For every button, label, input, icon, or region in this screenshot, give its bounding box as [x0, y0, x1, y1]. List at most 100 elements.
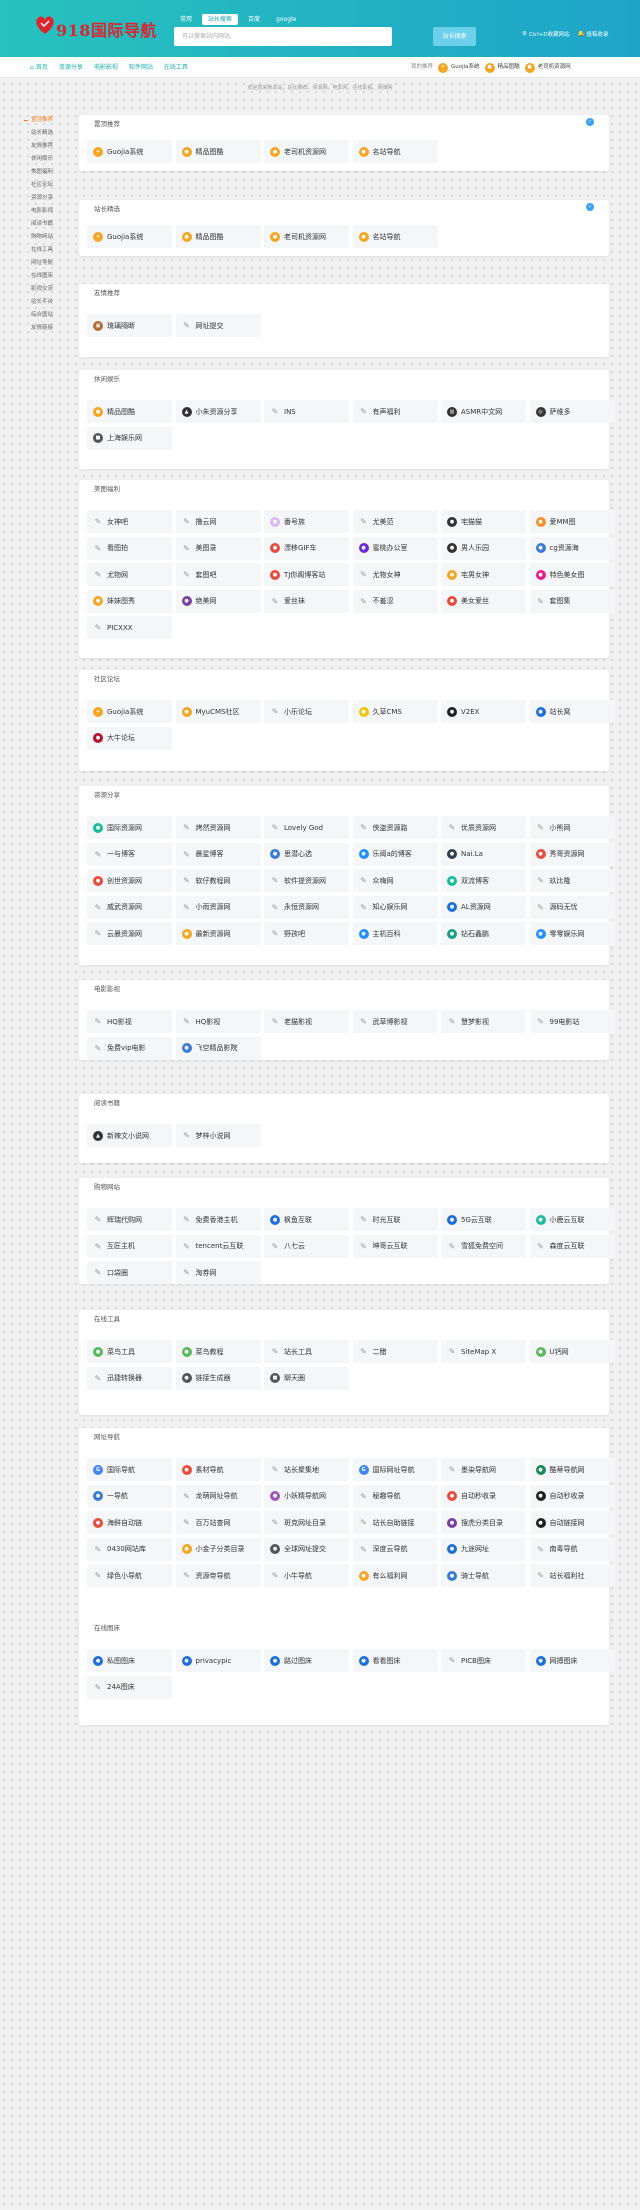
- site-link-tile[interactable]: ✎ 深度云导航: [352, 1537, 438, 1561]
- site-link-tile[interactable]: ● 一导航: [87, 1484, 172, 1508]
- site-link-tile[interactable]: ● 网搏图床: [529, 1649, 615, 1672]
- site-link-tile[interactable]: ● 妹妹图秀: [87, 589, 172, 613]
- site-link-tile[interactable]: ▣ 琉璃隔断: [87, 314, 172, 337]
- site-link-tile[interactable]: ✎ 森度云互联: [529, 1234, 615, 1258]
- nav-movies[interactable]: 电影影视: [94, 57, 118, 78]
- site-link-tile[interactable]: ✎ 口袋圈: [87, 1261, 172, 1284]
- site-link-tile[interactable]: ✎ 站长福利社: [529, 1564, 615, 1587]
- site-link-tile[interactable]: ● 爱MM图: [529, 510, 615, 533]
- site-link-tile[interactable]: ✎ 优质资源网: [441, 816, 526, 839]
- site-link-tile[interactable]: ✎ 小牛导航: [264, 1564, 349, 1587]
- site-link-tile[interactable]: ● 绝美网: [175, 589, 261, 613]
- site-link-tile[interactable]: ✎ PICB图床: [441, 1649, 526, 1672]
- site-link-tile[interactable]: ● Nai.La: [441, 842, 526, 866]
- site-link-tile[interactable]: ● U钙网: [529, 1340, 615, 1363]
- site-link-tile[interactable]: ✎ 玖比隆: [529, 869, 615, 892]
- site-link-tile[interactable]: ▥ ASMR中文网: [441, 400, 526, 423]
- site-link-tile[interactable]: ● 自动秒收录: [529, 1484, 615, 1508]
- sidebar-item[interactable]: 影视交流: [24, 283, 76, 296]
- sidebar-item[interactable]: 综合图站: [24, 309, 76, 322]
- site-link-tile[interactable]: ● cg资源海: [529, 536, 615, 560]
- site-link-tile[interactable]: ● 看看图床: [352, 1649, 438, 1672]
- site-link-tile[interactable]: ● 菜鸟教程: [175, 1340, 261, 1363]
- site-link-tile[interactable]: ✎ 慧梦影视: [441, 1010, 526, 1033]
- site-link-tile[interactable]: ✎ INS: [264, 400, 349, 423]
- site-link-tile[interactable]: ✎ 老猫影视: [264, 1010, 349, 1033]
- sidebar-item[interactable]: 站长精选: [24, 127, 76, 140]
- site-link-tile[interactable]: ● 小妖精导航网: [264, 1484, 349, 1508]
- search-tab-common[interactable]: 常用: [174, 14, 198, 25]
- site-link-tile[interactable]: G 国际网址导航: [352, 1458, 438, 1481]
- site-link-tile[interactable]: ✎ 墨染导航网: [441, 1458, 526, 1481]
- bookmark-link[interactable]: ⚙ Ctrl+D收藏网站: [522, 30, 570, 38]
- site-link-tile[interactable]: ✎ 淘券网: [175, 1261, 261, 1284]
- site-link-tile[interactable]: ● 飞空精品影院: [175, 1036, 261, 1060]
- site-link-tile[interactable]: ● 特色美女图: [529, 563, 615, 586]
- site-link-tile[interactable]: ● 5G云互联: [441, 1208, 526, 1231]
- sidebar-item[interactable]: 美图福利: [24, 166, 76, 179]
- site-link-tile[interactable]: ● 美女爱丝: [441, 589, 526, 613]
- site-link-tile[interactable]: ✎ 威武资源网: [87, 895, 172, 919]
- site-link-tile[interactable]: ✎ 时光互联: [352, 1208, 438, 1231]
- site-link-tile[interactable]: ✎ 免费香港主机: [175, 1208, 261, 1231]
- site-link-tile[interactable]: ✎ PICXXX: [87, 616, 172, 639]
- search-button[interactable]: 站长搜索: [433, 27, 476, 46]
- site-link-tile[interactable]: ● 双流博客: [441, 869, 526, 892]
- site-link-tile[interactable]: ● 路过图床: [264, 1649, 349, 1672]
- site-link-tile[interactable]: ● MyuCMS社区: [175, 700, 261, 723]
- site-link-tile[interactable]: ✎ 晨星博客: [175, 842, 261, 866]
- site-link-tile[interactable]: ● 精品图酷: [175, 225, 261, 248]
- site-link-tile[interactable]: ✎ 99电影站: [529, 1010, 615, 1033]
- sidebar-item[interactable]: 休闲娱乐: [24, 153, 76, 166]
- site-link-tile[interactable]: ● 大牛论坛: [87, 726, 172, 750]
- sidebar-item[interactable]: 购物网站: [24, 231, 76, 244]
- site-link-tile[interactable]: ● 最新资源网: [175, 922, 261, 945]
- site-link-tile[interactable]: ● 国际资源网: [87, 816, 172, 839]
- site-link-tile[interactable]: ✎ 烤然资源网: [175, 816, 261, 839]
- site-link-tile[interactable]: ✎ 野孩吧: [264, 922, 349, 945]
- site-link-tile[interactable]: ✎ 0430网站库: [87, 1537, 172, 1561]
- site-link-tile[interactable]: ● 搜虎分类目录: [441, 1511, 526, 1534]
- site-link-tile[interactable]: ● 名站导航: [352, 140, 438, 163]
- site-link-tile[interactable]: ✎ 美图录: [175, 536, 261, 560]
- site-link-tile[interactable]: ✎ 软仔教程网: [175, 869, 261, 892]
- recommend-link-3[interactable]: ● 老司机资源网: [524, 57, 571, 78]
- site-link-tile[interactable]: ● 创世资源网: [87, 869, 172, 892]
- site-link-tile[interactable]: ● privacypic: [175, 1649, 261, 1672]
- site-link-tile[interactable]: ● 番号族: [264, 510, 349, 533]
- site-link-tile[interactable]: ● AL资源网: [441, 895, 526, 919]
- site-link-tile[interactable]: ✎ 24A图床: [87, 1675, 172, 1699]
- site-link-tile[interactable]: ● 有么福利网: [352, 1564, 438, 1587]
- site-link-tile[interactable]: ✎ 小雨资源网: [175, 895, 261, 919]
- site-link-tile[interactable]: ● 链接生成器: [175, 1366, 261, 1390]
- site-link-tile[interactable]: ● 小鹿云互联: [529, 1208, 615, 1231]
- site-link-tile[interactable]: ● V2EX: [441, 700, 526, 723]
- nav-resources[interactable]: 资源分享: [59, 57, 83, 78]
- site-link-tile[interactable]: ● 全球网址提交: [264, 1537, 349, 1561]
- sidebar-item[interactable]: 电影影视: [24, 205, 76, 218]
- site-link-tile[interactable]: ✎ 绿色小导航: [87, 1564, 172, 1587]
- site-link-tile[interactable]: ■ 聊天圈: [264, 1366, 349, 1390]
- site-link-tile[interactable]: ● 精品图酷: [175, 140, 261, 163]
- site-link-tile[interactable]: ✎ 套图集: [529, 589, 615, 613]
- site-link-tile[interactable]: ✎ SiteMap X: [441, 1340, 526, 1363]
- site-link-tile[interactable]: ● 菜鸟工具: [87, 1340, 172, 1363]
- site-link-tile[interactable]: ✦ Guojia系统: [87, 225, 172, 248]
- sidebar-item[interactable]: 阅读书籍: [24, 218, 76, 231]
- site-link-tile[interactable]: ✎ 百万站查网: [175, 1511, 261, 1534]
- site-link-tile[interactable]: ● 骑士导航: [441, 1564, 526, 1587]
- sidebar-item[interactable]: 友情推荐: [24, 140, 76, 153]
- site-link-tile[interactable]: ● 秀哥资源网: [529, 842, 615, 866]
- site-link-tile[interactable]: ■ 上海娱乐网: [87, 426, 172, 450]
- site-link-tile[interactable]: ✎ 尤美范: [352, 510, 438, 533]
- search-input[interactable]: 可以搜索站内网站: [174, 27, 392, 46]
- site-link-tile[interactable]: ● 宅猫猫: [441, 510, 526, 533]
- site-link-tile[interactable]: ✎ 站长自助链接: [352, 1511, 438, 1534]
- site-link-tile[interactable]: ✎ 互匠主机: [87, 1234, 172, 1258]
- site-link-tile[interactable]: ✎ 斑克网址目录: [264, 1511, 349, 1534]
- search-tab-site[interactable]: 站长搜索: [202, 14, 239, 25]
- search-tab-google[interactable]: google: [270, 14, 302, 25]
- site-link-tile[interactable]: ● 海鲜自动链: [87, 1511, 172, 1534]
- site-link-tile[interactable]: ● 宅男女神: [441, 563, 526, 586]
- site-link-tile[interactable]: ✎ 二醋: [352, 1340, 438, 1363]
